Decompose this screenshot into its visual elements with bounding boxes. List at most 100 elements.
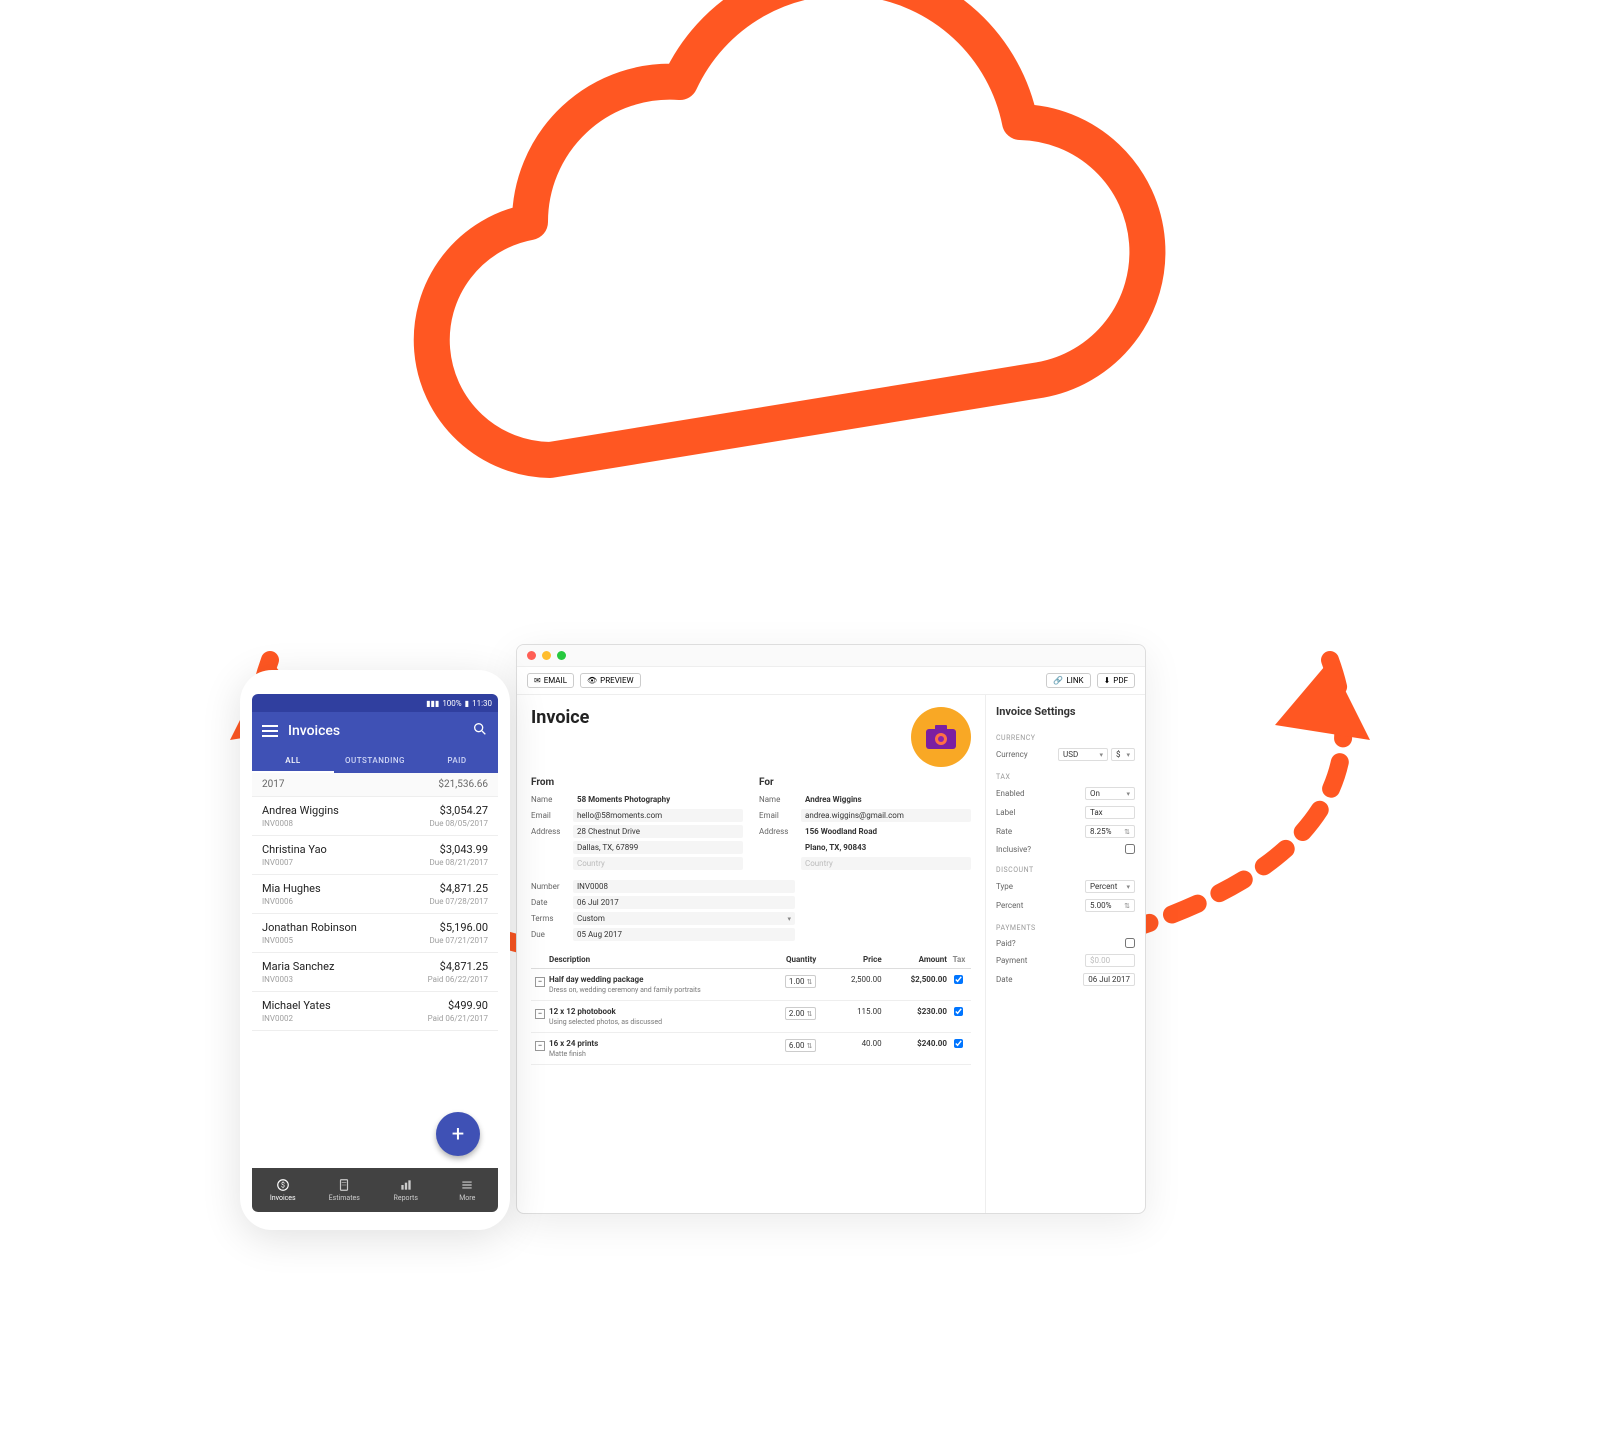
- plus-icon: +: [452, 1122, 464, 1147]
- for-address1-field[interactable]: 156 Woodland Road: [801, 825, 971, 838]
- settings-sidebar: Invoice Settings CURRENCY Currency USD▾ …: [985, 695, 1145, 1213]
- for-section: For NameAndrea Wiggins Emailandrea.wiggi…: [759, 777, 971, 870]
- line-item-row: −16 x 24 prints Matte finish 6.00 ⇅40.00$2…: [531, 1033, 971, 1065]
- item-tax-checkbox[interactable]: [954, 1007, 963, 1016]
- invoice-row[interactable]: Maria Sanchez INV0003 $4,871.25 Paid 06/22/…: [252, 953, 498, 992]
- menu-button[interactable]: [262, 730, 278, 732]
- nav-invoices[interactable]: $Invoices: [252, 1168, 314, 1212]
- invoice-customer: Andrea Wiggins: [262, 804, 339, 817]
- invoice-row[interactable]: Michael YatesINV0002$499.90Paid 06/21/20…: [252, 992, 498, 1031]
- discount-percent-stepper[interactable]: 5.00%⇅: [1085, 899, 1135, 912]
- for-name-field[interactable]: Andrea Wiggins: [801, 793, 971, 806]
- maximize-icon[interactable]: [557, 651, 566, 660]
- search-button[interactable]: [472, 721, 488, 741]
- email-button[interactable]: ✉ EMAIL: [527, 673, 574, 688]
- item-title[interactable]: Half day wedding package: [549, 975, 745, 984]
- quantity-stepper[interactable]: 1.00 ⇅: [785, 975, 816, 988]
- currency-select[interactable]: USD▾: [1058, 748, 1108, 761]
- currency-symbol-select[interactable]: $▾: [1111, 748, 1135, 761]
- link-button[interactable]: 🔗 LINK: [1046, 673, 1090, 688]
- invoice-amount: $4,871.25: [440, 960, 488, 973]
- calculator-icon: [337, 1178, 351, 1192]
- year-summary: 2017 $21,536.66: [252, 773, 498, 797]
- business-logo[interactable]: [911, 707, 971, 767]
- close-icon[interactable]: [527, 651, 536, 660]
- from-address2-field[interactable]: Dallas, TX, 67899: [573, 841, 743, 854]
- from-country-field[interactable]: Country: [573, 857, 743, 870]
- due-date-field[interactable]: 05 Aug 2017: [573, 928, 795, 941]
- invoice-amount: $5,196.00: [440, 921, 488, 934]
- tab-all[interactable]: ALL: [252, 750, 334, 773]
- invoice-row[interactable]: Mia HughesINV0006$4,871.25Due 07/28/2017: [252, 875, 498, 914]
- remove-item-button[interactable]: −: [535, 977, 545, 987]
- remove-item-button[interactable]: −: [535, 1009, 545, 1019]
- add-invoice-fab[interactable]: +: [436, 1112, 480, 1156]
- nav-more[interactable]: More: [437, 1168, 499, 1212]
- invoice-status: Paid 06/22/2017: [428, 975, 488, 984]
- line-item-row: −Half day wedding package Dress on, weddi…: [531, 969, 971, 1001]
- tax-enabled-select[interactable]: On▾: [1085, 787, 1135, 800]
- discount-type-select[interactable]: Percent▾: [1085, 880, 1135, 893]
- item-amount: $240.00: [882, 1039, 947, 1048]
- payment-date-field[interactable]: 06 Jul 2017: [1083, 973, 1135, 986]
- item-title[interactable]: 16 x 24 prints: [549, 1039, 745, 1048]
- invoice-customer: Mia Hughes: [262, 882, 321, 895]
- invoice-number: INV0006: [262, 897, 321, 906]
- nav-estimates[interactable]: Estimates: [314, 1168, 376, 1212]
- quantity-stepper[interactable]: 6.00 ⇅: [785, 1039, 816, 1052]
- invoice-customer: Maria Sanchez: [262, 960, 334, 973]
- for-country-field[interactable]: Country: [801, 857, 971, 870]
- invoice-number: INV0005: [262, 936, 357, 945]
- invoice-meta: NumberINV0008 Date06 Jul 2017 TermsCusto…: [531, 880, 795, 941]
- item-description[interactable]: Matte finish: [549, 1050, 745, 1058]
- item-price[interactable]: 40.00: [816, 1039, 881, 1048]
- item-price[interactable]: 115.00: [816, 1007, 881, 1016]
- nav-reports[interactable]: Reports: [375, 1168, 437, 1212]
- terms-select[interactable]: Custom▾: [573, 912, 795, 925]
- app-bar: Invoices: [252, 712, 498, 750]
- item-description[interactable]: Dress on, wedding ceremony and family po…: [549, 986, 745, 994]
- minimize-icon[interactable]: [542, 651, 551, 660]
- dollar-icon: $: [276, 1178, 290, 1192]
- item-title[interactable]: 12 x 12 photobook: [549, 1007, 745, 1016]
- invoice-number-field[interactable]: INV0008: [573, 880, 795, 893]
- item-price[interactable]: 2,500.00: [816, 975, 881, 984]
- line-item-row: −12 x 12 photobook Using selected photos,…: [531, 1001, 971, 1033]
- camera-icon: [925, 724, 957, 750]
- invoice-row[interactable]: Andrea WigginsINV0008$3,054.27Due 08/05/…: [252, 797, 498, 836]
- window-titlebar: [517, 645, 1145, 667]
- for-address2-field[interactable]: Plano, TX, 90843: [801, 841, 971, 854]
- tax-label-field[interactable]: Tax: [1085, 806, 1135, 819]
- tab-paid[interactable]: PAID: [416, 750, 498, 773]
- item-description[interactable]: Using selected photos, as discussed: [549, 1018, 745, 1026]
- invoice-status: Due 08/05/2017: [430, 819, 488, 828]
- invoice-status: Paid 06/21/2017: [428, 1014, 488, 1023]
- search-icon: [472, 721, 488, 737]
- invoice-date-field[interactable]: 06 Jul 2017: [573, 896, 795, 909]
- tax-inclusive-checkbox[interactable]: [1125, 844, 1135, 854]
- from-address1-field[interactable]: 28 Chestnut Drive: [573, 825, 743, 838]
- invoice-number: INV0008: [262, 819, 339, 828]
- invoice-amount: $3,043.99: [440, 843, 488, 856]
- from-name-field[interactable]: 58 Moments Photography: [573, 793, 743, 806]
- preview-button[interactable]: 👁 PREVIEW: [580, 673, 641, 688]
- svg-text:$: $: [281, 1181, 285, 1189]
- tab-outstanding[interactable]: OUTSTANDING: [334, 750, 416, 773]
- remove-item-button[interactable]: −: [535, 1041, 545, 1051]
- invoice-customer: Michael Yates: [262, 999, 331, 1012]
- tax-rate-stepper[interactable]: 8.25%⇅: [1085, 825, 1135, 838]
- invoice-customer: Jonathan Robinson: [262, 921, 357, 934]
- invoice-row[interactable]: Jonathan RobinsonINV0005$5,196.00Due 07/…: [252, 914, 498, 953]
- paid-checkbox[interactable]: [1125, 938, 1135, 948]
- quantity-stepper[interactable]: 2.00 ⇅: [785, 1007, 816, 1020]
- invoice-number: INV0003: [262, 975, 334, 984]
- for-email-field[interactable]: andrea.wiggins@gmail.com: [801, 809, 971, 822]
- item-tax-checkbox[interactable]: [954, 975, 963, 984]
- from-email-field[interactable]: hello@58moments.com: [573, 809, 743, 822]
- item-tax-checkbox[interactable]: [954, 1039, 963, 1048]
- pdf-button[interactable]: ⬇ PDF: [1097, 673, 1135, 688]
- invoice-customer: Christina Yao: [262, 843, 327, 856]
- line-items-table: Description Quantity Price Amount Tax −H…: [531, 951, 971, 1065]
- invoice-row[interactable]: Christina YaoINV0007$3,043.99Due 08/21/2…: [252, 836, 498, 875]
- payment-amount-field[interactable]: $0.00: [1085, 954, 1135, 967]
